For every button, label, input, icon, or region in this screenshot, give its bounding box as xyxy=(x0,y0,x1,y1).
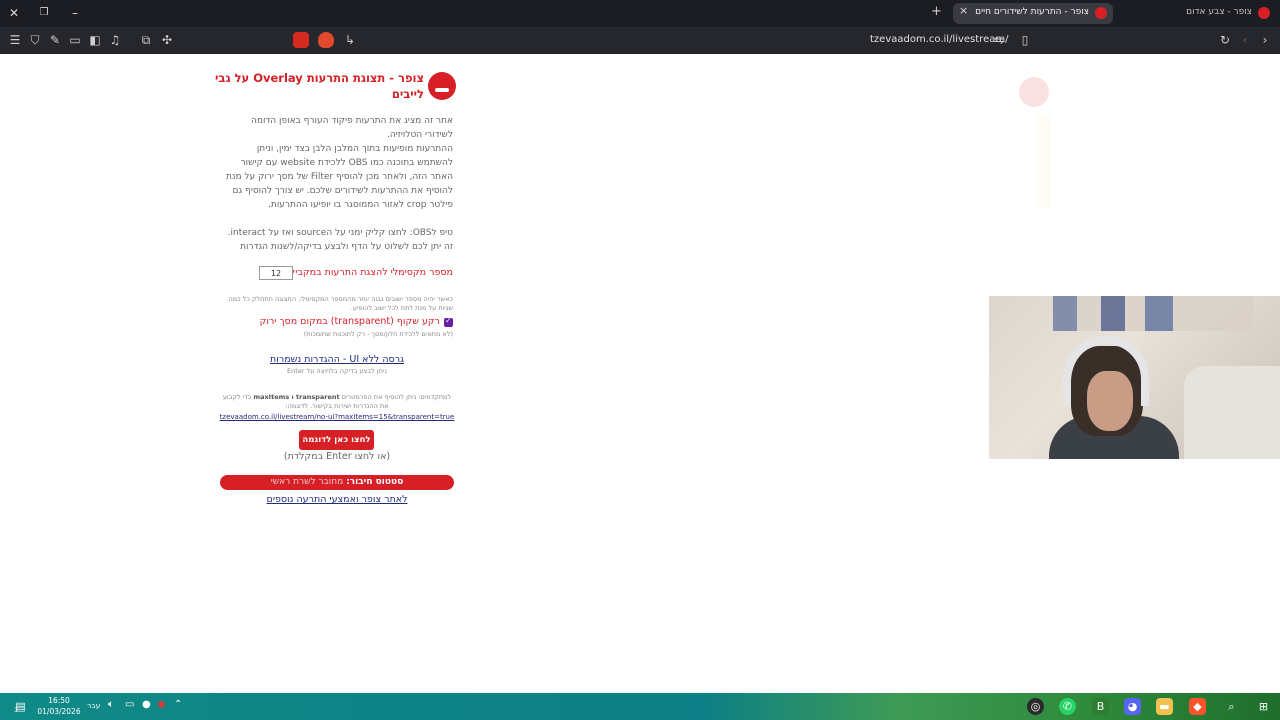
tab-close-icon[interactable]: × xyxy=(959,4,968,17)
transparent-note: (לא מתאים ללכידת חלון/מסך - רק לתוכנות ש… xyxy=(303,330,453,338)
demo-note: (או לחצו Enter במקלדת) xyxy=(283,451,391,462)
max-items-note: כאשר יהיה מספר ישובים גבוה יותר מהמספר ה… xyxy=(228,295,453,312)
tzevaadom-favicon-icon xyxy=(1258,7,1270,19)
start-menu-icon[interactable]: ⊞ xyxy=(1255,698,1272,715)
microphone-icon[interactable]: ● xyxy=(142,699,151,710)
no-ui-note: ניתן לבצע בדיקה בלחיצה על Enter xyxy=(287,367,387,375)
file-explorer-icon[interactable]: ▬ xyxy=(1156,698,1173,715)
brush-icon[interactable]: ✎ xyxy=(47,32,63,48)
brave-browser-icon[interactable]: ◆ xyxy=(1189,698,1206,715)
web-page: צופר - תצוגת התרעות Overlay על גבי לייבי… xyxy=(0,54,1280,693)
brave-shields-icon[interactable] xyxy=(318,32,334,48)
obs-icon[interactable]: ◎ xyxy=(1027,698,1044,715)
address-bar-url[interactable]: tzevaadom.co.il/livestream/ xyxy=(870,34,1008,45)
max-items-label: מספר מקסימלי להצגת התרעות במקביל: xyxy=(286,267,453,278)
tab-title: צופר - התרעות לשידורים חיים xyxy=(975,7,1089,17)
b-app-icon[interactable]: B xyxy=(1092,698,1109,715)
search-icon[interactable]: ⌕ xyxy=(1223,698,1240,715)
advanced-example-link[interactable]: tzevaadom.co.il/livestream/no-ui?maxItem… xyxy=(218,413,456,421)
brave-rewards-icon[interactable] xyxy=(293,32,309,48)
clock-time: 16:50 xyxy=(48,696,70,705)
notification-count: 3 xyxy=(14,707,18,714)
site-settings-icon[interactable]: ⇋ xyxy=(991,32,1007,48)
wallet-icon[interactable]: ▭ xyxy=(67,32,83,48)
volume-icon[interactable]: 🔈︎ xyxy=(108,699,114,710)
windows-taskbar: ▤ 3 16:50 01/03/2026 עבר 🔈︎ ▭ ● ◉ ⌃ ◎ ✆ … xyxy=(0,693,1280,720)
screenshot-icon[interactable]: ⧉ xyxy=(138,32,154,48)
status-label: סטטוס חיבור: xyxy=(346,477,404,487)
status-value: מחובר לשרת ראשי xyxy=(270,477,344,487)
close-window-icon[interactable]: ✕ xyxy=(4,4,24,22)
back-icon[interactable]: ‹ xyxy=(1237,32,1253,48)
tzevaadom-favicon-icon xyxy=(1095,7,1107,19)
advanced-params: transparent ו maxItems xyxy=(253,393,340,401)
tray-expand-icon[interactable]: ⌃ xyxy=(174,699,182,710)
shield-icon[interactable]: ⛉ xyxy=(27,32,43,48)
advanced-note-prefix: למתקדמים: ניתן להוסיף את הפרמטרים xyxy=(341,393,452,401)
overlay-alert-area xyxy=(1036,114,1050,208)
whatsapp-icon[interactable]: ✆ xyxy=(1059,698,1076,715)
discord-icon[interactable]: ◕ xyxy=(1124,698,1141,715)
minimize-window-icon[interactable]: – xyxy=(65,4,85,22)
no-ui-link[interactable]: גרסה ללא UI - ההגדרות נשמרות xyxy=(218,354,456,365)
browser-toolbar: ☰ ⛉ ✎ ▭ ◧ ♫ ⧉ ✣ ↳ tzevaadom.co.il/livest… xyxy=(0,27,1280,54)
menu-icon[interactable]: ☰ xyxy=(7,32,23,48)
tzevaadom-site-link[interactable]: לאתר צופר ואמצעי התרעה נוספים xyxy=(218,494,456,505)
restore-window-icon[interactable]: ❐ xyxy=(34,4,54,22)
share-icon[interactable]: ↳ xyxy=(342,32,358,48)
overlay-alert-marker xyxy=(1019,77,1049,107)
reload-icon[interactable]: ↻ xyxy=(1217,32,1233,48)
transparent-checkbox[interactable] xyxy=(444,316,453,327)
browser-tab-strip: ✕ ❐ – + × צופר - התרעות לשידורים חיים צו… xyxy=(0,0,1280,27)
clock-date: 01/03/2026 xyxy=(37,707,81,716)
advanced-note: למתקדמים: ניתן להוסיף את הפרמטרים transp… xyxy=(221,393,453,411)
music-icon[interactable]: ♫ xyxy=(107,32,123,48)
page-description: אתר זה מציג את התרעות פיקוד העורף באופן … xyxy=(225,116,453,210)
forward-icon[interactable]: › xyxy=(1257,32,1273,48)
new-tab-icon[interactable]: + xyxy=(931,4,942,19)
webcam-posters xyxy=(1053,296,1253,331)
page-title: צופר - תצוגת התרעות Overlay על גבי לייבי… xyxy=(215,71,424,101)
extensions-icon[interactable]: ✣ xyxy=(159,32,175,48)
tab-tzevaadom[interactable]: צופר - צבע אדום xyxy=(1180,3,1276,24)
sidebar-icon[interactable]: ◧ xyxy=(87,32,103,48)
webcam-overlay xyxy=(989,296,1280,459)
tab-livestream[interactable]: × צופר - התרעות לשידורים חיים xyxy=(953,3,1113,24)
recording-icon[interactable]: ◉ xyxy=(157,699,166,710)
language-indicator[interactable]: עבר xyxy=(87,701,100,710)
connection-status-badge: סטטוס חיבור: מחובר לשרת ראשי xyxy=(220,475,454,490)
tzevaadom-logo-icon xyxy=(428,72,456,100)
network-icon[interactable]: ▭ xyxy=(125,699,134,710)
bookmark-icon[interactable]: ▯ xyxy=(1017,32,1033,48)
max-items-input[interactable] xyxy=(259,266,293,280)
clock[interactable]: 16:50 01/03/2026 xyxy=(36,695,82,717)
tab-title: צופר - צבע אדום xyxy=(1186,7,1252,17)
obs-tip: טיפ לOBS: לחצו קליק ימני על הsource ואז … xyxy=(227,228,453,252)
webcam-chair xyxy=(1184,366,1280,459)
demo-button[interactable]: לחצו כאן לדוגמה xyxy=(299,430,374,450)
transparent-label[interactable]: רקע שקוף (transparent) במקום מסך ירוק xyxy=(260,316,440,327)
